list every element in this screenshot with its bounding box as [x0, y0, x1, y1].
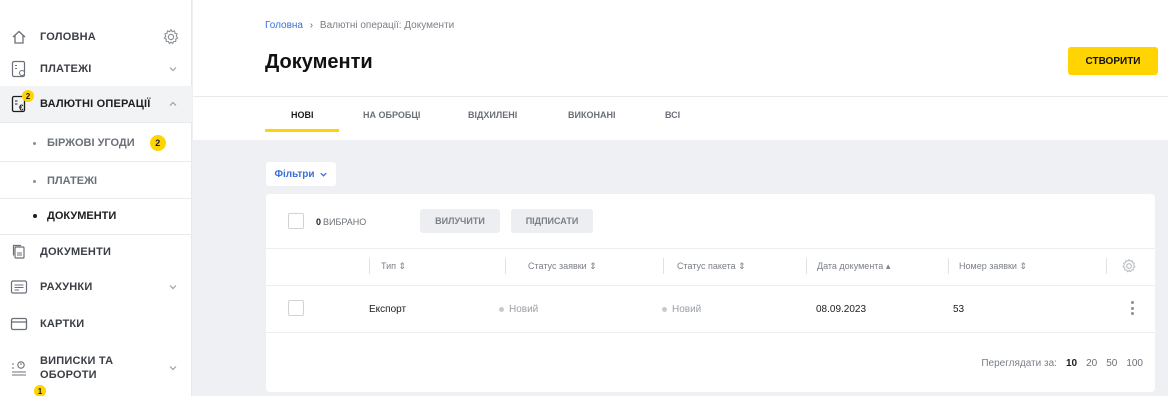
cell-package-status: Новий [662, 304, 701, 315]
notification-badge: 1 [34, 385, 46, 396]
column-header-type[interactable]: Тип ⇕ [381, 261, 406, 272]
select-all-checkbox[interactable] [288, 213, 304, 229]
column-separator [663, 258, 664, 274]
column-separator [806, 258, 807, 274]
divider [0, 161, 192, 162]
column-separator [1106, 258, 1107, 274]
tab-processing[interactable]: НА ОБРОБЦІ [363, 110, 420, 120]
divider [266, 332, 1155, 333]
chevron-down-icon [319, 170, 328, 179]
bullet [33, 141, 36, 145]
sidebar-item-home[interactable]: ГОЛОВНА [0, 19, 192, 55]
chevron-down-icon [168, 282, 178, 292]
divider [0, 122, 192, 123]
sidebar-subitem-exchange-deals[interactable]: БІРЖОВІ УГОДИ 2 [0, 125, 192, 161]
page-size-option[interactable]: 20 [1086, 358, 1097, 369]
column-separator [948, 258, 949, 274]
page-size-option[interactable]: 50 [1106, 358, 1117, 369]
sidebar-item-label: ПЛАТЕЖІ [40, 63, 92, 75]
sidebar-subitem-label: ПЛАТЕЖІ [47, 175, 98, 187]
breadcrumb-home-link[interactable]: Головна [265, 20, 303, 31]
selected-count: 0 ВИБРАНО [316, 217, 366, 227]
column-separator [505, 258, 506, 274]
bullet [33, 214, 37, 218]
sidebar-item-payments[interactable]: ПЛАТЕЖІ [0, 51, 192, 87]
sidebar-item-label: КАРТКИ [40, 318, 85, 330]
divider [266, 248, 1155, 249]
sign-button[interactable]: ПІДПИСАТИ [511, 209, 593, 233]
page-header: Головна › Валютні операції: Документи До… [193, 0, 1168, 140]
filters-label: Фільтри [274, 168, 315, 180]
page-size-option[interactable]: 100 [1126, 358, 1143, 369]
sidebar-item-label: ГОЛОВНА [40, 31, 96, 43]
remove-button[interactable]: ВИЛУЧИТИ [420, 209, 500, 233]
status-text: Новий [509, 304, 539, 315]
page-size-label: Переглядати за: [981, 358, 1057, 369]
breadcrumb-current: Валютні операції: Документи [319, 20, 455, 31]
divider [193, 96, 1168, 97]
cell-request-number: 53 [953, 304, 965, 315]
status-dot [499, 307, 504, 312]
column-header-document-date[interactable]: Дата документа ▴ [817, 261, 890, 272]
chevron-up-icon [168, 99, 178, 109]
selected-count-label: ВИБРАНО [323, 217, 367, 227]
column-header-package-status[interactable]: Статус пакета ⇕ [677, 261, 746, 272]
statements-icon [10, 359, 28, 377]
sidebar-item-label: РАХУНКИ [40, 281, 93, 293]
sidebar: ГОЛОВНА ПЛАТЕЖІ € 2 ВАЛЮТНІ ОПЕРАЦІЇ БІР… [0, 0, 192, 396]
status-dot [662, 307, 667, 312]
sidebar-item-label: ВИПИСКИ ТА ОБОРОТИ [40, 355, 114, 381]
chevron-down-icon [168, 64, 178, 74]
status-text: Новий [672, 304, 702, 315]
partial-menu-icon: 1 [8, 385, 46, 396]
page-title: Документи [265, 51, 373, 73]
gear-icon[interactable] [162, 28, 180, 46]
chevron-down-icon [168, 363, 178, 373]
create-button[interactable]: СТВОРИТИ [1068, 47, 1158, 75]
cell-document-date: 08.09.2023 [816, 304, 867, 315]
cell-request-status: Новий [499, 304, 538, 315]
sidebar-subitem-label: ДОКУМЕНТИ [47, 210, 117, 222]
tab-rejected[interactable]: ВІДХИЛЕНІ [468, 110, 517, 120]
sidebar-subitem-payments[interactable]: ПЛАТЕЖІ [0, 163, 192, 199]
page-size-option[interactable]: 10 [1066, 358, 1077, 369]
cell-type: Експорт [369, 304, 407, 315]
sidebar-item-accounts[interactable]: РАХУНКИ [0, 269, 192, 305]
notification-badge: 2 [22, 90, 34, 102]
payment-doc-icon [10, 60, 28, 78]
home-icon [10, 28, 28, 46]
filters-button[interactable]: Фільтри [266, 162, 336, 186]
documents-icon [10, 243, 28, 261]
active-tab-indicator [265, 129, 339, 132]
accounts-icon [10, 278, 28, 296]
row-menu-icon[interactable] [1125, 298, 1139, 318]
documents-table-card: 0 ВИБРАНО ВИЛУЧИТИ ПІДПИСАТИ Тип ⇕ Статус… [266, 194, 1155, 392]
sidebar-item-label: ВАЛЮТНІ ОПЕРАЦІЇ [40, 98, 151, 110]
sidebar-item-label: ДОКУМЕНТИ [40, 246, 112, 258]
sidebar-item-statements[interactable]: ВИПИСКИ ТА ОБОРОТИ [0, 348, 192, 388]
selected-count-value: 0 [316, 217, 322, 227]
page-size-selector: Переглядати за: 10 20 50 100 [981, 358, 1143, 369]
sidebar-subitem-label: БІРЖОВІ УГОДИ 2 [47, 135, 166, 151]
sidebar-item-cards[interactable]: КАРТКИ [0, 306, 192, 342]
column-header-request-status[interactable]: Статус заявки ⇕ [528, 261, 597, 272]
tab-all[interactable]: ВСІ [665, 110, 680, 120]
bullet [33, 179, 36, 183]
sidebar-item-currency-operations[interactable]: € 2 ВАЛЮТНІ ОПЕРАЦІЇ [0, 86, 192, 122]
svg-text:€: € [19, 104, 24, 113]
breadcrumb: Головна › Валютні операції: Документи [265, 20, 454, 31]
count-badge: 2 [149, 135, 166, 151]
column-separator [369, 258, 370, 274]
breadcrumb-separator: › [309, 20, 314, 31]
column-header-request-number[interactable]: Номер заявки ⇕ [959, 261, 1027, 272]
row-checkbox[interactable] [288, 300, 304, 316]
sidebar-item-documents[interactable]: ДОКУМЕНТИ [0, 234, 192, 270]
tab-completed[interactable]: ВИКОНАНІ [568, 110, 615, 120]
tab-new[interactable]: НОВІ [291, 110, 314, 120]
sidebar-subitem-documents[interactable]: ДОКУМЕНТИ [0, 198, 192, 234]
card-icon [10, 315, 28, 333]
sidebar-subitem-text: БІРЖОВІ УГОДИ [47, 137, 135, 149]
gear-icon[interactable] [1121, 258, 1137, 274]
